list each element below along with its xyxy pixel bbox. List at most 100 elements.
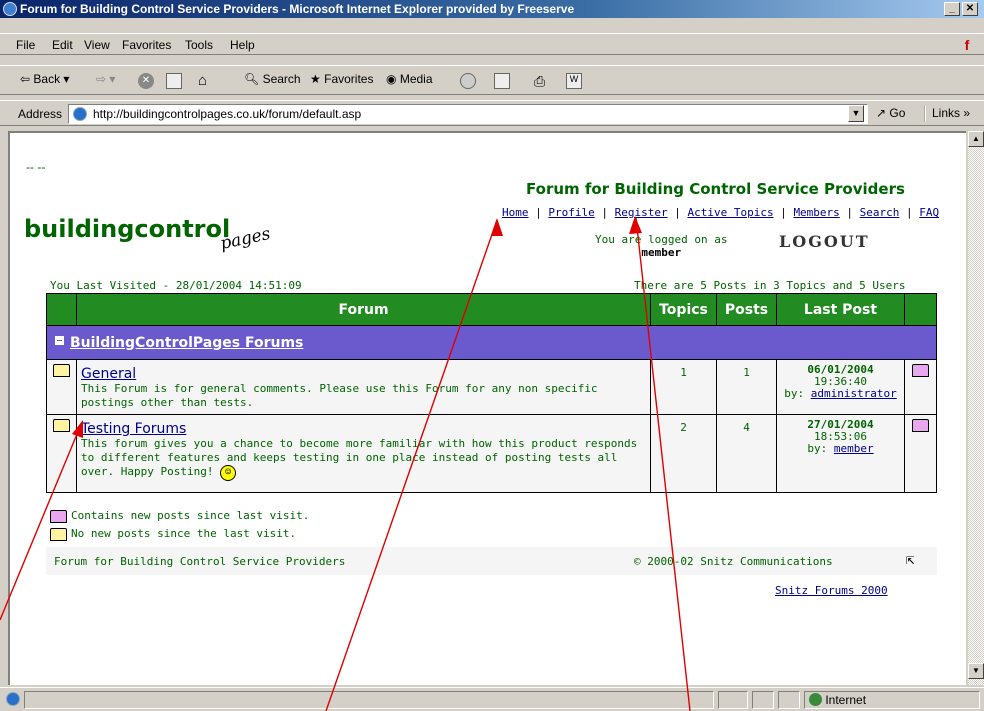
menu-file[interactable]: File	[16, 38, 35, 52]
forum-cell: General This Forum is for general commen…	[76, 359, 651, 415]
toolbar: ⇦ Back ▾ ⇨ ▾ ✕ ⌂ 🔍︎ Search ★ Favorites ◉…	[0, 65, 984, 95]
history-icon[interactable]	[460, 73, 476, 89]
folder-icon	[53, 364, 70, 377]
nav-members[interactable]: Members	[793, 206, 839, 219]
posts-count: 1	[716, 359, 777, 415]
last-post-by-label: by:	[807, 442, 828, 455]
smiley-icon: ☺	[220, 465, 237, 481]
print-icon[interactable]: ⎙	[534, 73, 550, 89]
forum-link[interactable]: Testing Forums	[81, 421, 644, 437]
logout-button[interactable]: LOGOUT	[779, 232, 870, 251]
forum-cell: Testing Forums This forum gives you a ch…	[76, 414, 651, 493]
last-post-user[interactable]: administrator	[811, 387, 897, 400]
last-post-cell: 06/01/2004 19:36:40 by: administrator	[776, 359, 905, 415]
forum-title: Forum for Building Control Service Provi…	[526, 180, 905, 198]
close-button[interactable]: ✕	[962, 2, 978, 16]
address-label: Address	[18, 107, 63, 121]
vertical-scrollbar[interactable]: ▲ ▼	[968, 131, 984, 685]
status-pane	[718, 691, 748, 709]
page-footer: Forum for Building Control Service Provi…	[46, 547, 937, 575]
nav-faq[interactable]: FAQ	[919, 206, 939, 219]
new-posts-folder-icon[interactable]	[912, 419, 929, 432]
page-dashes: -- --	[26, 160, 46, 174]
header-topics: Topics	[650, 293, 717, 326]
refresh-icon[interactable]	[166, 73, 182, 89]
address-dropdown-button[interactable]: ▼	[848, 105, 864, 122]
new-posts-cell	[904, 359, 937, 415]
collapse-icon[interactable]	[55, 335, 64, 345]
favorites-icon: ★	[310, 72, 321, 86]
folder-icon	[53, 419, 70, 432]
globe-icon	[809, 693, 822, 706]
header-blank	[46, 293, 77, 326]
search-icon: 🔍︎	[244, 72, 260, 86]
legend-none: No new posts since the last visit.	[50, 527, 296, 541]
menu-tools[interactable]: Tools	[185, 38, 213, 52]
scroll-down-button[interactable]: ▼	[968, 663, 984, 679]
go-to-top-icon[interactable]: ⇱	[906, 552, 914, 568]
nav-links: Home | Profile | Register | Active Topic…	[502, 206, 940, 219]
footer-copyright: © 2000-02 Snitz Communications	[634, 555, 833, 568]
folder-icon	[50, 527, 67, 541]
status-pane	[752, 691, 774, 709]
folder-cell	[46, 359, 77, 415]
page-viewport: -- -- buildingcontrol pages Forum for Bu…	[8, 131, 966, 685]
scroll-up-button[interactable]: ▲	[968, 131, 984, 147]
browser-window: Forum for Building Control Service Provi…	[0, 0, 984, 711]
nav-profile[interactable]: Profile	[548, 206, 594, 219]
category-row: BuildingControlPages Forums	[46, 325, 937, 360]
legend-new: Contains new posts since last visit.	[50, 509, 309, 523]
table-row: Testing Forums This forum gives you a ch…	[46, 414, 937, 493]
favorites-button[interactable]: ★ Favorites	[310, 72, 373, 86]
go-arrow-icon: ↗	[876, 106, 887, 120]
topics-count: 1	[650, 359, 717, 415]
forum-description: This forum gives you a chance to become …	[81, 437, 644, 481]
minimize-button[interactable]: _	[944, 2, 960, 16]
nav-register[interactable]: Register	[615, 206, 668, 219]
header-posts: Posts	[716, 293, 777, 326]
site-logo[interactable]: buildingcontrol	[24, 215, 230, 243]
status-zone: Internet	[804, 691, 980, 709]
last-visited: You Last Visited - 28/01/2004 14:51:09	[50, 279, 302, 292]
title-bar: Forum for Building Control Service Provi…	[0, 0, 984, 18]
back-button[interactable]: ⇦ Back ▾	[20, 72, 69, 86]
mail-icon[interactable]	[494, 73, 510, 89]
table-header-row: Forum Topics Posts Last Post	[46, 293, 937, 326]
topics-count: 2	[650, 414, 717, 493]
forum-table: Forum Topics Posts Last Post BuildingCon…	[46, 293, 937, 493]
menu-favorites[interactable]: Favorites	[122, 38, 171, 52]
logged-on-username: member	[641, 246, 682, 259]
links-button[interactable]: Links »	[924, 106, 970, 122]
logged-on-info: You are logged on as member	[595, 233, 727, 259]
forward-button[interactable]: ⇨ ▾	[96, 72, 115, 86]
menu-help[interactable]: Help	[230, 38, 255, 52]
header-forum: Forum	[76, 293, 651, 326]
search-button[interactable]: 🔍︎ Search	[244, 72, 301, 86]
new-posts-folder-icon[interactable]	[912, 364, 929, 377]
address-input[interactable]: http://buildingcontrolpages.co.uk/forum/…	[68, 104, 868, 124]
media-button[interactable]: ◉ Media	[386, 72, 433, 86]
last-post-by-label: by:	[784, 387, 805, 400]
stop-icon[interactable]: ✕	[138, 73, 154, 89]
nav-search[interactable]: Search	[860, 206, 900, 219]
menu-view[interactable]: View	[84, 38, 110, 52]
last-post-user[interactable]: member	[834, 442, 874, 455]
folder-cell	[46, 414, 77, 493]
snitz-link[interactable]: Snitz Forums 2000	[775, 584, 888, 597]
forum-link[interactable]: General	[81, 366, 644, 382]
home-icon[interactable]: ⌂	[198, 73, 214, 89]
media-icon: ◉	[386, 72, 397, 86]
last-post-cell: 27/01/2004 18:53:06 by: member	[776, 414, 905, 493]
window-title: Forum for Building Control Service Provi…	[20, 2, 575, 16]
go-button[interactable]: ↗ Go	[876, 106, 905, 120]
status-bar: Internet	[0, 687, 984, 711]
ie-icon	[3, 2, 17, 16]
menu-bar: File Edit View Favorites Tools Help f	[0, 33, 984, 55]
new-posts-folder-icon	[50, 509, 67, 523]
nav-active-topics[interactable]: Active Topics	[687, 206, 773, 219]
menu-edit[interactable]: Edit	[52, 38, 73, 52]
header-blank-right	[904, 293, 937, 326]
category-title[interactable]: BuildingControlPages Forums	[70, 335, 303, 351]
edit-word-icon[interactable]: W	[566, 73, 582, 89]
nav-home[interactable]: Home	[502, 206, 529, 219]
